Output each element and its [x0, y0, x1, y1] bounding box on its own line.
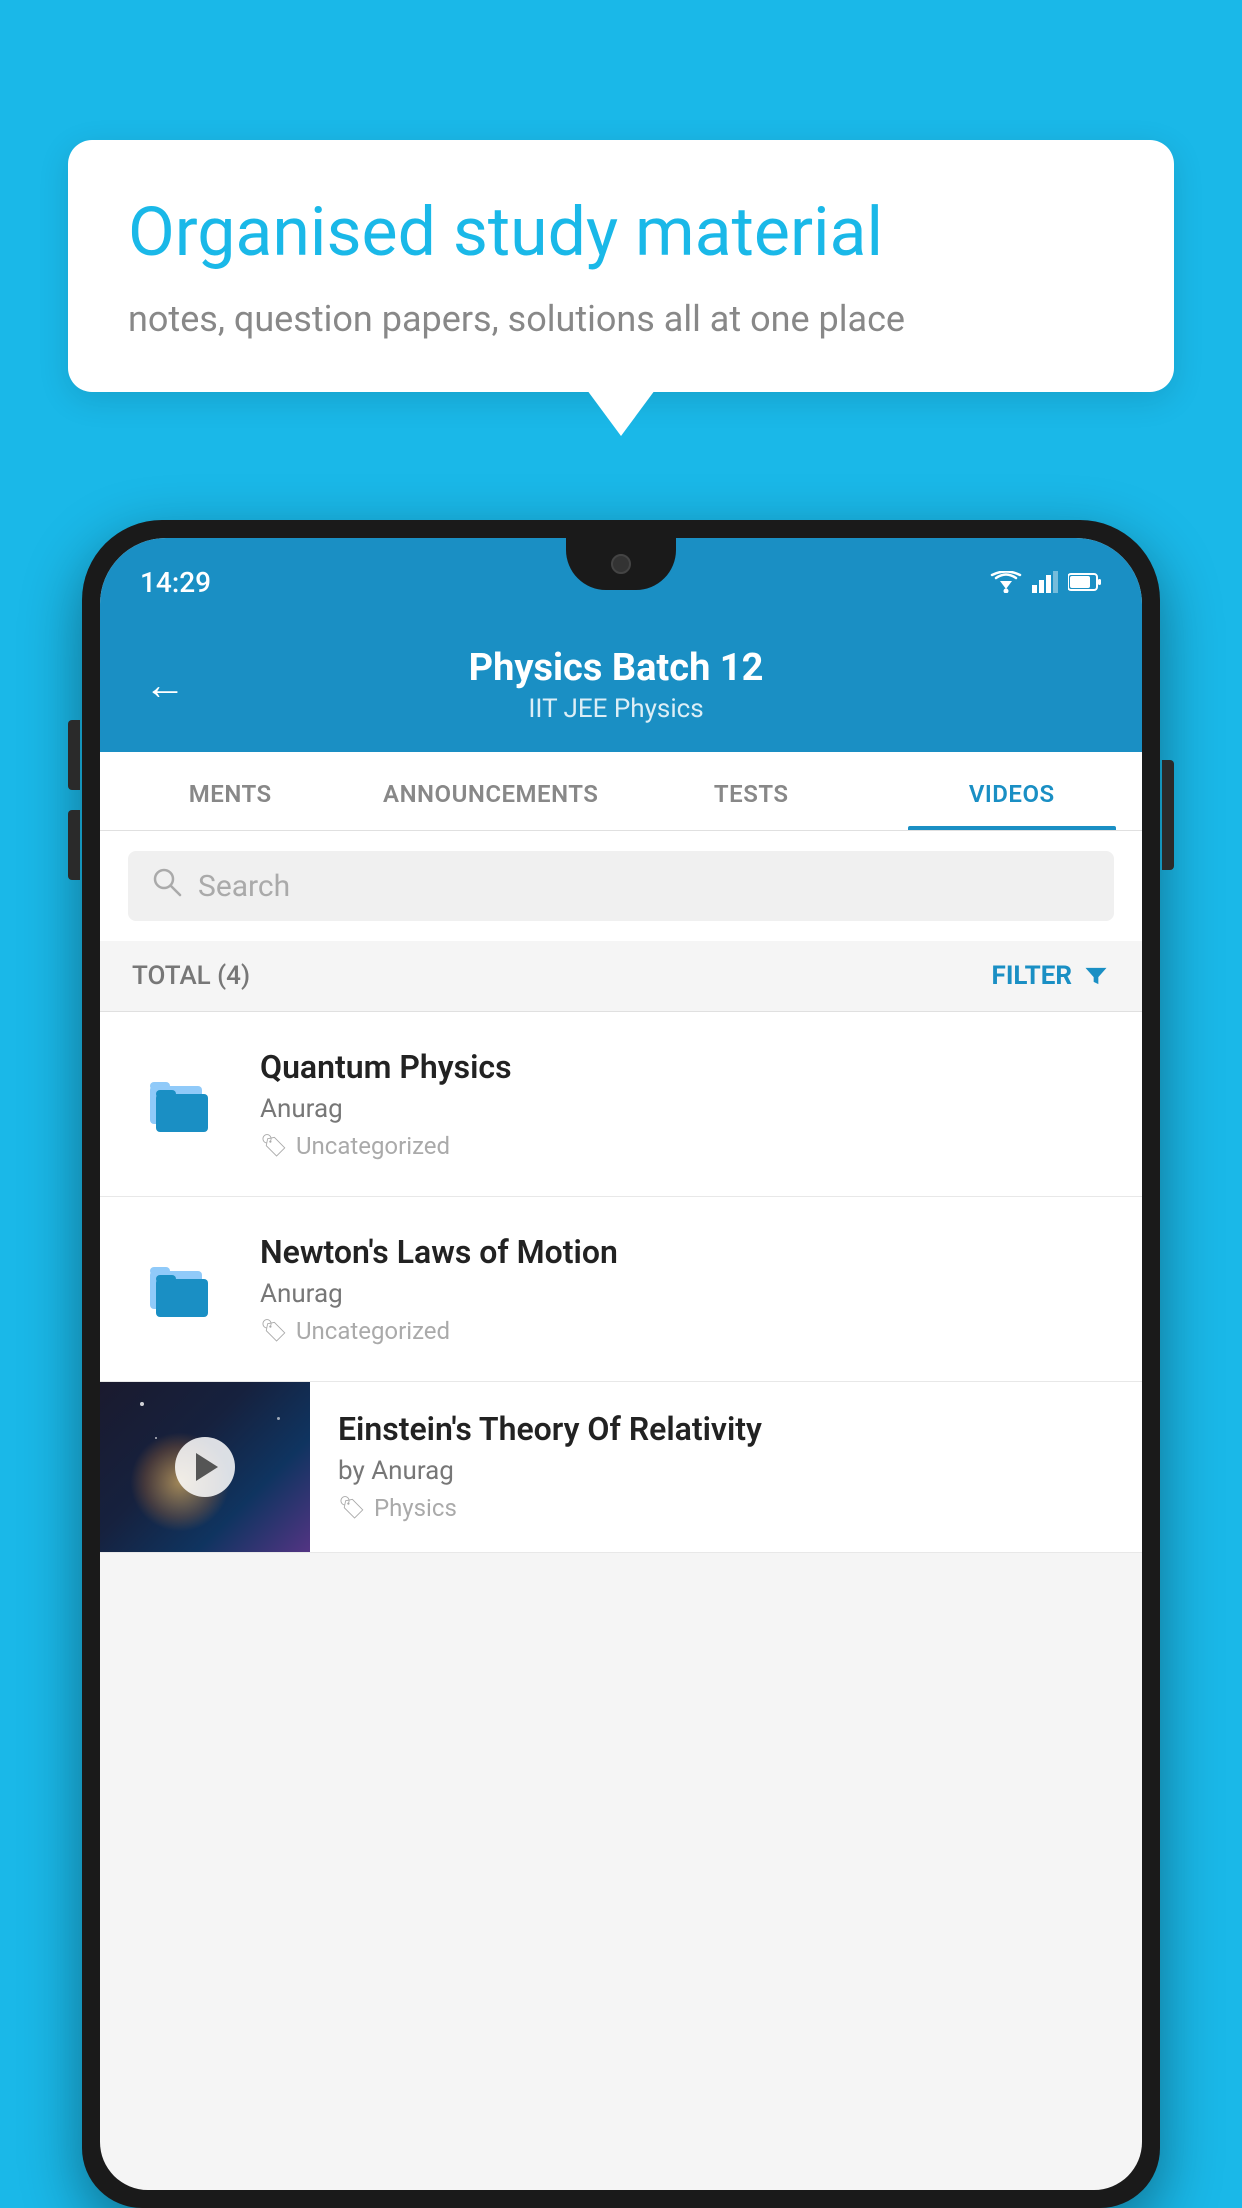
folder-thumb-1	[132, 1054, 232, 1154]
folder-thumb-2	[132, 1239, 232, 1339]
search-section: Search	[100, 831, 1142, 941]
volume-up-button	[68, 720, 80, 790]
camera-dot	[611, 554, 631, 574]
video-list: Quantum Physics Anurag 🏷 Uncategorized	[100, 1012, 1142, 1553]
video-tag-3: 🏷 Physics	[338, 1494, 1110, 1522]
video-info-1: Quantum Physics Anurag 🏷 Uncategorized	[260, 1048, 1110, 1160]
total-count: TOTAL (4)	[132, 961, 250, 991]
play-triangle-icon	[196, 1453, 218, 1481]
signal-icon	[1032, 571, 1058, 593]
list-item[interactable]: Quantum Physics Anurag 🏷 Uncategorized	[100, 1012, 1142, 1197]
video-title-2: Newton's Laws of Motion	[260, 1233, 1110, 1271]
video-title-3: Einstein's Theory Of Relativity	[338, 1410, 1110, 1448]
tabs-bar: MENTS ANNOUNCEMENTS TESTS VIDEOS	[100, 752, 1142, 831]
bubble-title: Organised study material	[128, 192, 1114, 274]
bubble-subtitle: notes, question papers, solutions all at…	[128, 298, 1114, 340]
volume-down-button	[68, 810, 80, 880]
battery-icon	[1068, 572, 1102, 592]
video-tag-1: 🏷 Uncategorized	[260, 1132, 1110, 1160]
list-item[interactable]: Newton's Laws of Motion Anurag 🏷 Uncateg…	[100, 1197, 1142, 1382]
video-info-2: Newton's Laws of Motion Anurag 🏷 Uncateg…	[260, 1233, 1110, 1345]
video-info-3: Einstein's Theory Of Relativity by Anura…	[310, 1382, 1110, 1550]
header-tags: IIT JEE Physics	[214, 694, 1018, 724]
video-title-1: Quantum Physics	[260, 1048, 1110, 1086]
tab-announcements[interactable]: ANNOUNCEMENTS	[361, 752, 622, 830]
app-header: ← Physics Batch 12 IIT JEE Physics	[100, 626, 1142, 752]
notch	[566, 538, 676, 590]
header-title: Physics Batch 12	[214, 646, 1018, 690]
video-author-1: Anurag	[260, 1094, 1110, 1124]
folder-icon	[142, 1064, 222, 1144]
header-center: Physics Batch 12 IIT JEE Physics	[214, 646, 1018, 724]
phone-frame: 14:29	[82, 520, 1160, 2208]
tag-icon-3: 🏷	[338, 1496, 366, 1521]
status-time: 14:29	[140, 566, 211, 599]
back-button[interactable]: ←	[140, 657, 190, 714]
speech-bubble-card: Organised study material notes, question…	[68, 140, 1174, 392]
list-item[interactable]: Einstein's Theory Of Relativity by Anura…	[100, 1382, 1142, 1553]
video-tag-2: 🏷 Uncategorized	[260, 1317, 1110, 1345]
video-thumbnail-3	[100, 1382, 310, 1552]
search-placeholder: Search	[198, 869, 290, 904]
filter-icon	[1082, 962, 1110, 990]
video-author-2: Anurag	[260, 1279, 1110, 1309]
search-bar[interactable]: Search	[128, 851, 1114, 921]
tab-ments[interactable]: MENTS	[100, 752, 361, 830]
search-icon	[152, 867, 182, 905]
tag-icon-2: 🏷	[260, 1319, 288, 1344]
wifi-icon	[990, 571, 1022, 593]
filter-bar: TOTAL (4) FILTER	[100, 941, 1142, 1012]
power-button	[1162, 760, 1174, 870]
filter-button[interactable]: FILTER	[992, 961, 1110, 991]
video-author-3: by Anurag	[338, 1456, 1110, 1486]
tab-videos[interactable]: VIDEOS	[882, 752, 1143, 830]
play-button-3[interactable]	[175, 1437, 235, 1497]
status-icons	[990, 571, 1102, 593]
tag-icon-1: 🏷	[260, 1134, 288, 1159]
tab-tests[interactable]: TESTS	[621, 752, 882, 830]
status-bar: 14:29	[100, 538, 1142, 626]
phone-screen: 14:29	[100, 538, 1142, 2190]
folder-icon	[142, 1249, 222, 1329]
